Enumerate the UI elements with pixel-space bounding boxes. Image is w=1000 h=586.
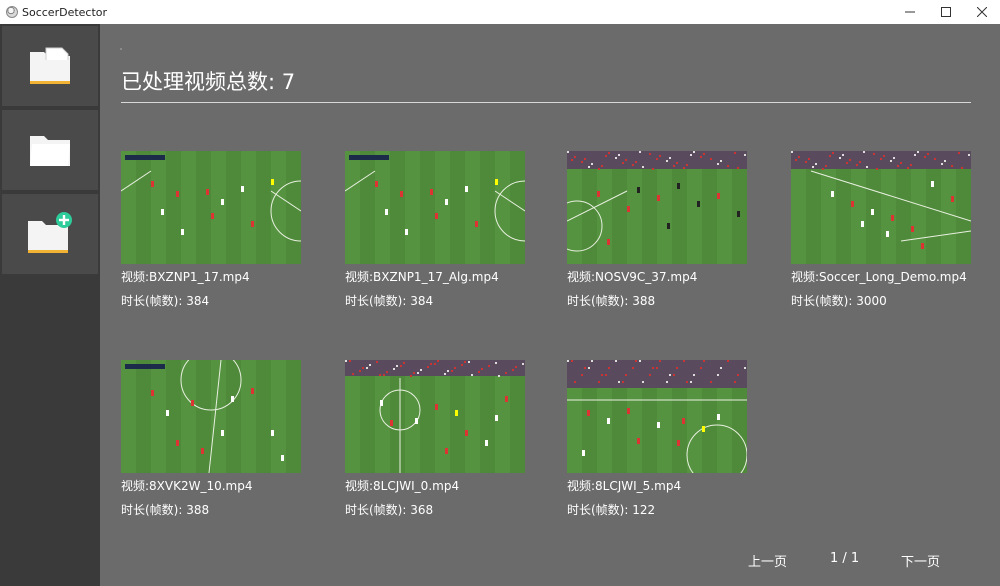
video-thumbnail[interactable] <box>345 151 525 264</box>
video-duration: 时长(帧数): 122 <box>567 503 656 517</box>
video-duration: 时长(帧数): 388 <box>567 294 656 308</box>
video-card[interactable]: 视频:8LCJWI_0.mp4 时长(帧数): 368 <box>345 360 545 518</box>
page-title: 已处理视频总数: 7 <box>121 70 296 94</box>
video-name: 视频:8XVK2W_10.mp4 <box>121 479 253 493</box>
video-duration: 时长(帧数): 384 <box>121 294 210 308</box>
soccer-ball-icon <box>6 6 18 18</box>
prev-page-button[interactable]: 上一页 <box>748 551 787 570</box>
video-card[interactable]: 视频:8LCJWI_5.mp4 时长(帧数): 122 <box>567 360 767 518</box>
video-thumbnail[interactable] <box>345 360 525 473</box>
window-title-bar: SoccerDetector <box>0 0 1000 24</box>
add-folder-button[interactable] <box>2 194 98 274</box>
maximize-button[interactable] <box>928 0 964 24</box>
maximize-icon <box>941 7 951 17</box>
video-duration: 时长(帧数): 384 <box>345 294 434 308</box>
video-thumbnail[interactable] <box>567 151 747 264</box>
video-duration: 时长(帧数): 3000 <box>791 294 887 308</box>
video-card[interactable]: 视频:Soccer_Long_Demo.mp4 时长(帧数): 3000 <box>791 151 991 309</box>
minimize-icon <box>905 11 915 13</box>
open-file-folder-icon <box>30 47 70 84</box>
divider <box>121 102 971 103</box>
video-duration: 时长(帧数): 388 <box>121 503 210 517</box>
video-name: 视频:NOSV9C_37.mp4 <box>567 270 698 284</box>
minimize-button[interactable] <box>892 0 928 24</box>
video-thumbnail[interactable] <box>121 151 301 264</box>
video-card[interactable]: 视频:8XVK2W_10.mp4 时长(帧数): 388 <box>121 360 321 518</box>
main-panel: 已处理视频总数: 7 视频:BXZNP1_17.mp4 时长(帧数): 384 … <box>100 24 1000 586</box>
video-thumbnail[interactable] <box>121 360 301 473</box>
close-icon <box>977 7 987 17</box>
window-title: SoccerDetector <box>22 5 108 19</box>
video-card[interactable]: 视频:NOSV9C_37.mp4 时长(帧数): 388 <box>567 151 767 309</box>
video-card[interactable]: 视频:BXZNP1_17_Alg.mp4 时长(帧数): 384 <box>345 151 545 309</box>
close-button[interactable] <box>964 0 1000 24</box>
sidebar <box>0 24 100 586</box>
video-name: 视频:8LCJWI_0.mp4 <box>345 479 460 493</box>
add-folder-icon <box>28 212 72 253</box>
video-card[interactable]: 视频:BXZNP1_17.mp4 时长(帧数): 384 <box>121 151 321 309</box>
video-name: 视频:BXZNP1_17_Alg.mp4 <box>345 270 499 284</box>
video-thumbnail[interactable] <box>791 151 971 264</box>
video-duration: 时长(帧数): 368 <box>345 503 434 517</box>
video-thumbnail[interactable] <box>567 360 747 473</box>
video-name: 视频:Soccer_Long_Demo.mp4 <box>791 270 967 284</box>
open-video-button[interactable] <box>2 26 98 106</box>
video-name: 视频:BXZNP1_17.mp4 <box>121 270 250 284</box>
divider-dot <box>120 48 122 50</box>
next-page-button[interactable]: 下一页 <box>901 551 940 570</box>
folder-icon <box>30 136 70 166</box>
open-folder-button[interactable] <box>2 110 98 190</box>
video-name: 视频:8LCJWI_5.mp4 <box>567 479 682 493</box>
page-indicator: 1 / 1 <box>830 551 860 566</box>
